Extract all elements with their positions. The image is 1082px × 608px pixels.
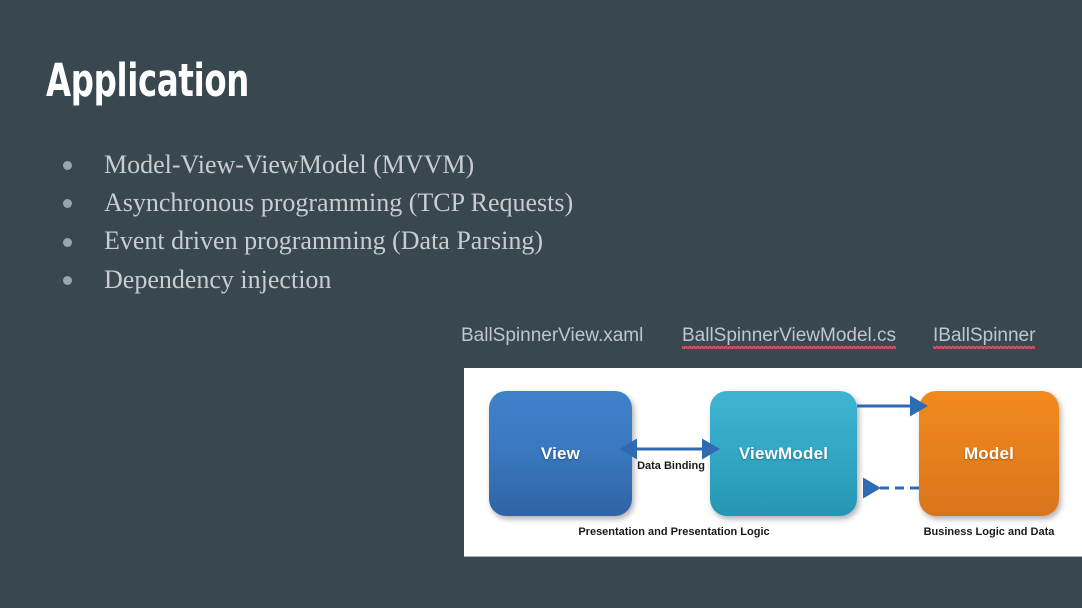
- arrow-data-binding-label: Data Binding: [637, 460, 705, 472]
- arrow-viewmodel-to-model-icon: [857, 395, 928, 417]
- list-item: Dependency injection: [54, 261, 814, 299]
- diagram-node-view-label: View: [540, 443, 581, 463]
- bullet-dot-icon: [63, 199, 72, 209]
- file-label-row: BallSpinnerView.xaml BallSpinnerViewMode…: [461, 325, 1082, 355]
- diagram-node-model-label: Model: [963, 443, 1015, 463]
- diagram-node-viewmodel: ViewModel: [710, 391, 857, 516]
- list-item: Model-View-ViewModel (MVVM): [54, 146, 814, 184]
- diagram-node-model: Model: [919, 391, 1059, 516]
- slide-canvas: Application Model-View-ViewModel (MVVM) …: [0, 0, 1082, 608]
- file-label-ballspinnerviewmodel-cs: BallSpinnerViewModel.cs: [682, 325, 897, 350]
- bullet-dot-icon: [63, 237, 72, 247]
- page-title: Application: [46, 54, 250, 107]
- list-item-label: Dependency injection: [104, 264, 332, 294]
- list-item-label: Model-View-ViewModel (MVVM): [104, 150, 475, 179]
- mvvm-diagram: View ViewModel Model Data Binding Presen…: [464, 368, 1082, 557]
- file-label-ballspinnerview-xaml: BallSpinnerView.xaml: [461, 325, 644, 346]
- bullet-list: Model-View-ViewModel (MVVM) Asynchronous…: [54, 146, 814, 299]
- file-label-iballspinner: IBallSpinner: [933, 325, 1036, 350]
- list-item: Asynchronous programming (TCP Requests): [54, 184, 814, 222]
- bullet-dot-icon: [63, 161, 72, 171]
- diagram-node-viewmodel-label: ViewModel: [738, 443, 829, 463]
- diagram-node-view: View: [489, 391, 632, 516]
- bullet-dot-icon: [63, 275, 72, 285]
- list-item-label: Event driven programming (Data Parsing): [104, 226, 543, 256]
- arrow-model-to-viewmodel-icon: [863, 477, 919, 499]
- diagram-caption-business: Business Logic and Data: [923, 526, 1055, 538]
- diagram-caption-presentation: Presentation and Presentation Logic: [578, 526, 770, 538]
- list-item-label: Asynchronous programming (TCP Requests): [104, 188, 574, 218]
- list-item: Event driven programming (Data Parsing): [54, 222, 814, 260]
